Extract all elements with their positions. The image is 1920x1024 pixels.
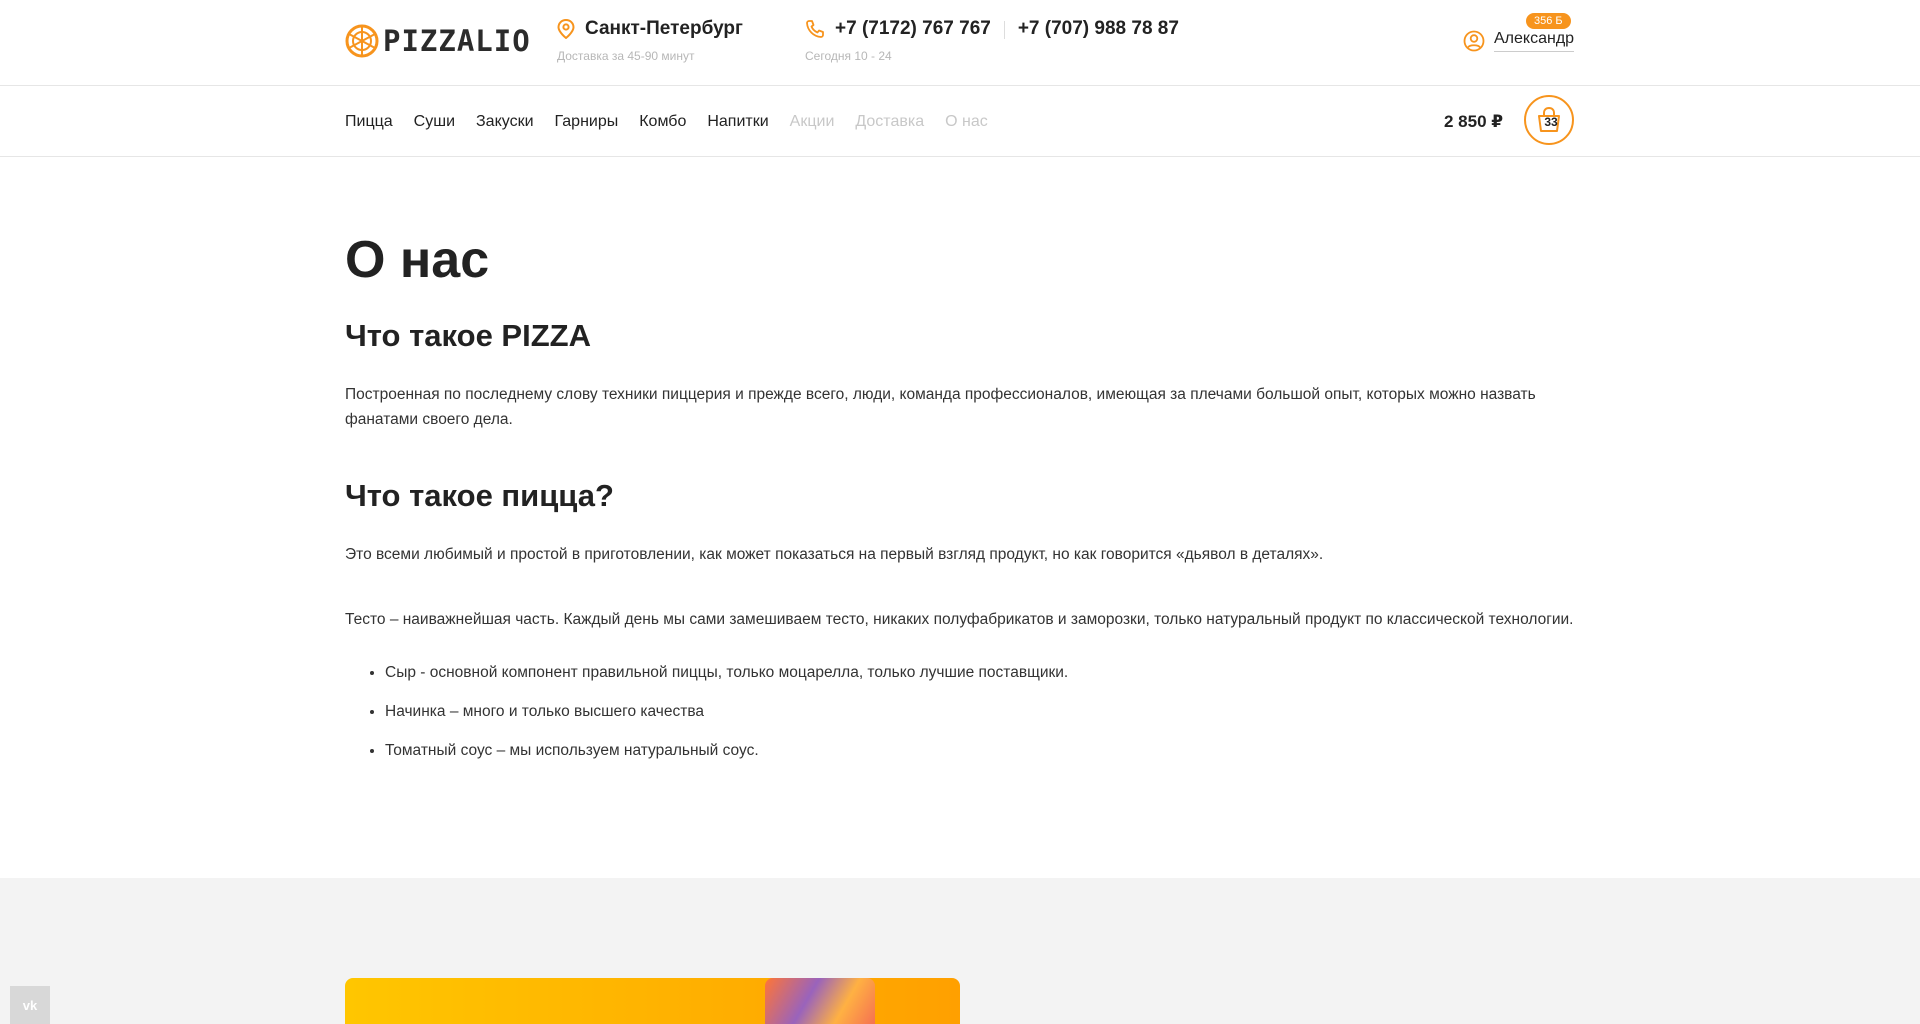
paragraph-dough: Тесто – наиважнейшая часть. Каждый день … (345, 611, 1574, 628)
pizza-logo-icon (345, 24, 379, 58)
pizza-slice-image (765, 978, 875, 1024)
nav-item-snacks[interactable]: Закуски (476, 113, 534, 131)
about-content: О нас Что такое PIZZA Построенная по пос… (345, 230, 1575, 779)
cart-count: 33 (1544, 115, 1558, 129)
top-header: PIZZALIO Санкт-Петербург Доставка за 45-… (0, 0, 1920, 86)
section-heading-what-is-pizza: Что такое пицца? (345, 478, 614, 513)
location-block[interactable]: Санкт-Петербург Доставка за 45-90 минут (557, 18, 743, 63)
paragraph-pizza-description: Это всеми любимый и простой в приготовле… (345, 546, 1324, 563)
phone-number-1[interactable]: +7 (7172) 767 767 (835, 18, 991, 39)
footer-section (0, 878, 1920, 1024)
nav-item-sushi[interactable]: Суши (414, 113, 455, 131)
nav-item-pizza[interactable]: Пицца (345, 113, 393, 131)
city-name: Санкт-Петербург (585, 18, 743, 39)
logo[interactable]: PIZZALIO (345, 24, 531, 58)
nav-item-about[interactable]: О нас (945, 113, 988, 131)
phone-number-2[interactable]: +7 (707) 988 78 87 (1018, 18, 1179, 39)
section-heading-what-is-pizza-brand: Что такое PIZZA (345, 318, 591, 353)
phone-divider (1003, 20, 1005, 39)
user-name: Александр (1494, 30, 1575, 52)
list-item: Сыр - основной компонент правильной пицц… (385, 662, 1575, 684)
phone-icon (806, 20, 824, 38)
nav-item-promotions[interactable]: Акции (790, 113, 835, 131)
working-hours: Сегодня 10 - 24 (805, 49, 892, 63)
cart-button[interactable]: 33 (1524, 95, 1574, 145)
category-nav: Пицца Суши Закуски Гарниры Комбо Напитки… (345, 113, 988, 131)
promo-banner[interactable] (345, 978, 960, 1024)
nav-item-delivery[interactable]: Доставка (855, 113, 924, 131)
list-item: Начинка – много и только высшего качеств… (385, 701, 1575, 723)
nav-item-combo[interactable]: Комбо (639, 113, 686, 131)
page-title: О нас (345, 231, 490, 289)
cart-total: 2 850 ₽ (1444, 112, 1504, 131)
phones-block: +7 (7172) 767 767 +7 (707) 988 78 87 Сего… (805, 18, 1179, 63)
logo-text: PIZZALIO (383, 24, 531, 58)
ingredients-list: Сыр - основной компонент правильной пицц… (345, 662, 1575, 762)
user-icon (1463, 30, 1485, 52)
list-item: Томатный соус – мы используем натуральны… (385, 740, 1575, 762)
main-nav-bar: Пицца Суши Закуски Гарниры Комбо Напитки… (0, 85, 1920, 157)
bonus-badge: 356 Б (1526, 13, 1571, 29)
user-account[interactable]: Александр (1463, 30, 1575, 52)
paragraph-about-pizzeria: Построенная по последнему слову техники … (345, 386, 1536, 428)
nav-item-drinks[interactable]: Напитки (707, 113, 768, 131)
nav-item-sides[interactable]: Гарниры (555, 113, 619, 131)
vk-social-button[interactable]: vk (10, 986, 50, 1024)
location-pin-icon (557, 19, 575, 39)
delivery-time: Доставка за 45-90 минут (557, 49, 695, 63)
